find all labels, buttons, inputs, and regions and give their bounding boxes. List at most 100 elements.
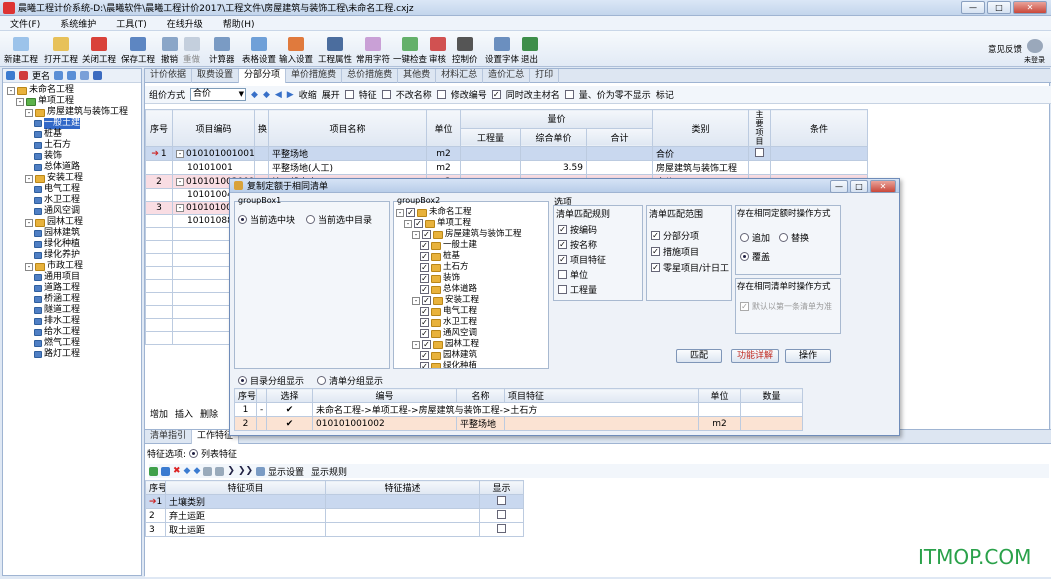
tree-node[interactable]: 一般土建	[34, 118, 81, 129]
tree-node[interactable]: 路灯工程	[34, 349, 80, 360]
tree-node[interactable]: - 房屋建筑与装饰工程	[25, 107, 128, 118]
col-quantity[interactable]: 工程量	[460, 127, 521, 147]
col-category[interactable]: 类别	[652, 109, 750, 147]
dialog-tree-node[interactable]: ✓ 桩基	[420, 251, 460, 262]
cell-main-item[interactable]	[748, 146, 772, 161]
col-swap[interactable]: 换	[254, 109, 269, 147]
node-checkbox[interactable]: ✓	[406, 208, 415, 217]
table-row[interactable]: ➔ 1-010101001001 平整场地 m2 合价	[145, 146, 869, 161]
replace-radio[interactable]	[779, 233, 789, 242]
tree-node[interactable]: 给水工程	[34, 327, 80, 338]
select-checkmark-icon[interactable]: ✔	[286, 405, 294, 415]
common-chars-button[interactable]: 常用字符	[356, 33, 390, 65]
dialog-tree-node[interactable]: ✓ 园林建筑	[420, 350, 477, 361]
calculator-button[interactable]: 计算器	[209, 33, 235, 65]
result-col-feature[interactable]: 项目特征	[504, 388, 699, 403]
tab-other-fees[interactable]: 其他费	[398, 69, 437, 83]
hide-zero-checkbox[interactable]	[564, 90, 574, 99]
move-up-icon[interactable]	[54, 71, 64, 80]
user-status[interactable]: 未登录	[1024, 33, 1045, 65]
tree-node[interactable]: 隧道工程	[34, 305, 80, 316]
cell-swap[interactable]	[254, 146, 269, 161]
save-project-button[interactable]: 保存工程	[121, 33, 155, 65]
current-block-radio[interactable]	[238, 215, 247, 224]
result-code[interactable]: 010101001002	[312, 416, 457, 431]
current-dir-radio[interactable]	[306, 215, 316, 224]
dialog-tree-node[interactable]: - ✓ 未命名工程	[396, 207, 472, 218]
node-checkbox[interactable]: ✓	[420, 274, 429, 283]
add-feature-icon[interactable]	[149, 466, 158, 476]
node-checkbox[interactable]: ✓	[420, 241, 429, 250]
feature-desc[interactable]	[325, 494, 480, 509]
show-checkbox[interactable]	[497, 495, 506, 505]
tab-pricing-basis[interactable]: 计价依据	[145, 69, 193, 83]
expand-toggle-icon[interactable]: -	[176, 177, 184, 186]
cell-name[interactable]: 平整场地	[268, 146, 427, 161]
node-checkbox[interactable]: ✓	[420, 362, 429, 368]
close-window-button[interactable]: ✕	[1013, 1, 1047, 14]
node-checkbox[interactable]: ✓	[420, 263, 429, 272]
tree-node[interactable]: 土石方	[34, 140, 71, 151]
expand-toggle-icon[interactable]: -	[412, 230, 420, 239]
cell-total[interactable]	[585, 160, 654, 175]
mark-button[interactable]: 标记	[656, 88, 674, 101]
col-quantity-price[interactable]: 量价	[459, 109, 654, 129]
dialog-maximize-button[interactable]: □	[850, 180, 868, 193]
copy-icon[interactable]	[203, 466, 213, 476]
move-up-feature-icon[interactable]: ◆	[184, 466, 191, 476]
dialog-tree-node[interactable]: - ✓ 安装工程	[412, 295, 479, 306]
feature-desc[interactable]	[325, 508, 480, 523]
node-checkbox[interactable]: ✓	[420, 285, 429, 294]
node-checkbox[interactable]: ✓	[420, 307, 429, 316]
result-col-qty[interactable]: 数量	[740, 388, 803, 403]
import-icon[interactable]	[80, 71, 90, 80]
overwrite-radio[interactable]	[740, 252, 749, 261]
down-arrow-icon[interactable]: ◆	[263, 90, 270, 100]
feature-item[interactable]: 弃土运距	[165, 508, 326, 523]
rename-material-checkbox[interactable]: ✓	[491, 90, 501, 99]
result-col-unit[interactable]: 单位	[698, 388, 741, 403]
dialog-tree-node[interactable]: ✓ 绿化种植	[420, 361, 477, 368]
edit-code-checkbox[interactable]	[436, 90, 446, 99]
tab-material-summary[interactable]: 材料汇总	[436, 69, 484, 83]
tree-node[interactable]: - 园林工程	[25, 217, 83, 228]
expand-button[interactable]: 展开	[322, 88, 340, 101]
dialog-tree-node[interactable]: ✓ 水卫工程	[420, 317, 477, 328]
node-checkbox[interactable]: ✓	[420, 318, 429, 327]
append-radio[interactable]	[740, 233, 749, 242]
menu-tools[interactable]: 工具(T)	[106, 17, 157, 30]
dialog-tree-node[interactable]: ✓ 土石方	[420, 262, 469, 273]
keep-name-checkbox[interactable]	[381, 90, 391, 99]
move-down-feature-icon[interactable]: ◆	[193, 466, 200, 476]
result-unit[interactable]: m2	[698, 416, 741, 431]
result-col-select[interactable]: 选择	[266, 388, 313, 403]
select-cell[interactable]: ✔	[266, 416, 313, 431]
list-group-radio[interactable]	[317, 376, 327, 385]
col-code[interactable]: 项目编码	[172, 109, 255, 147]
expand-toggle-icon[interactable]: -	[25, 174, 33, 183]
feature-col-show[interactable]: 显示	[479, 480, 524, 495]
table-row[interactable]: 2 弃土运距	[145, 508, 524, 523]
match-range-checkbox[interactable]: ✓	[651, 247, 660, 256]
match-range-checkbox[interactable]: ✓	[651, 231, 660, 240]
operate-button[interactable]: 操作	[785, 349, 831, 363]
feature-col-index[interactable]: 序号	[145, 480, 166, 495]
tab-unit-measures[interactable]: 单价措施费	[286, 69, 343, 83]
cell-quantity[interactable]	[460, 146, 521, 161]
table-row[interactable]: 3 取土运距	[145, 522, 524, 537]
expand-toggle-icon[interactable]: -	[16, 97, 24, 106]
cell-condition[interactable]	[770, 160, 869, 175]
tree-node[interactable]: 通风空调	[34, 206, 80, 217]
insert-row-button[interactable]: 插入	[175, 407, 193, 420]
tree-node[interactable]: 绿化种植	[34, 239, 80, 250]
node-checkbox[interactable]: ✓	[422, 340, 431, 349]
dialog-tree-node[interactable]: - ✓ 园林工程	[412, 339, 479, 350]
cell-swap[interactable]	[254, 160, 269, 175]
table-row[interactable]: 1- ✔ 未命名工程->单项工程->房屋建筑与装饰工程->土石方	[234, 402, 803, 417]
cell-unit[interactable]: m2	[426, 160, 461, 175]
tree-node[interactable]: 装饰	[34, 151, 62, 162]
delete-feature-icon[interactable]: ✖	[173, 466, 181, 476]
dialog-tree-node[interactable]: ✓ 一般土建	[420, 240, 477, 251]
tab-list-guide[interactable]: 清单指引	[145, 430, 193, 444]
cell-category[interactable]: 房屋建筑与装饰工程	[652, 160, 750, 175]
